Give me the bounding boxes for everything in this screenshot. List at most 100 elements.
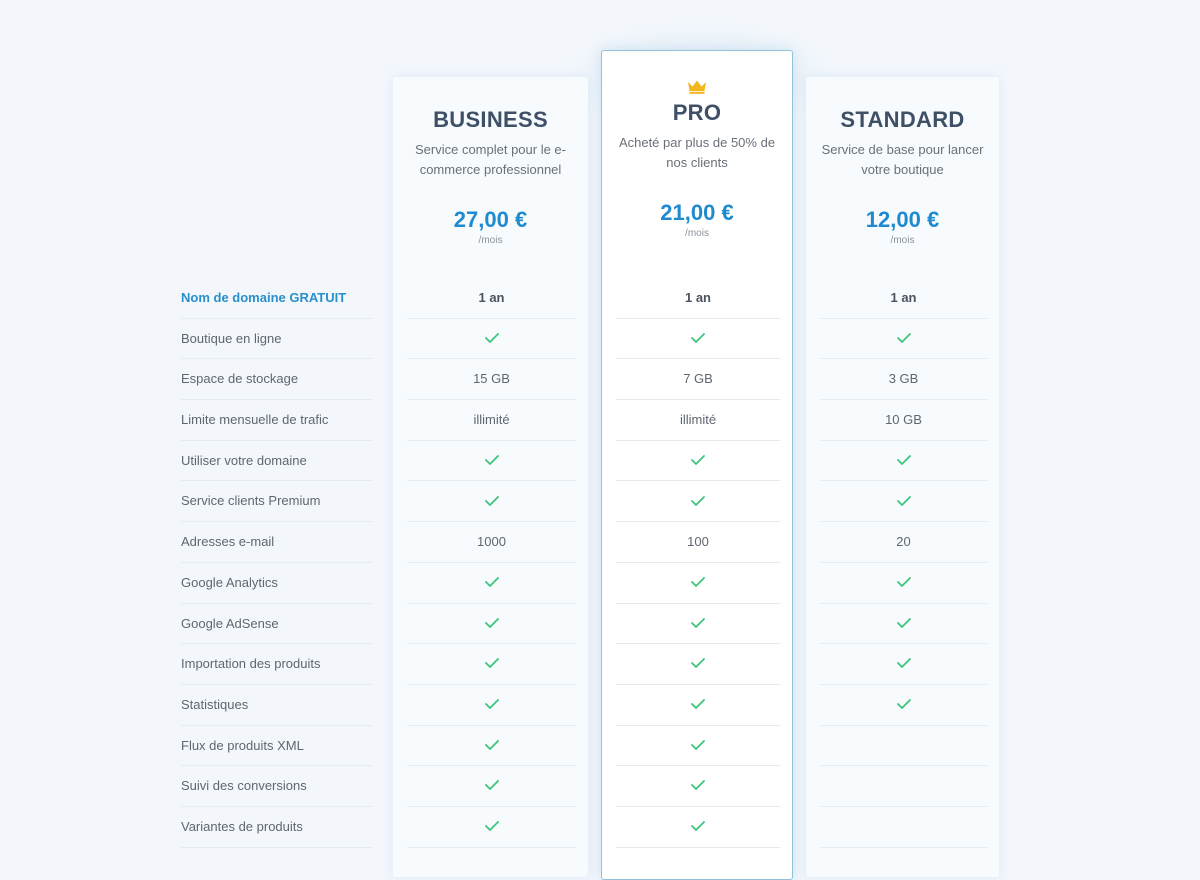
feature-label: Variantes de produits	[181, 807, 372, 848]
feature-value	[616, 685, 780, 726]
check-icon	[484, 658, 499, 669]
check-icon	[896, 576, 911, 587]
feature-value	[407, 563, 576, 604]
feature-value	[407, 807, 576, 848]
check-icon	[484, 576, 499, 587]
plan-header: STANDARD Service de base pour lancer vot…	[806, 106, 999, 246]
feature-value	[407, 685, 576, 726]
feature-label: Adresses e-mail	[181, 522, 372, 563]
feature-value	[616, 726, 780, 767]
feature-value: 1 an	[820, 278, 987, 319]
feature-value: illimité	[616, 400, 780, 441]
check-icon	[896, 617, 911, 628]
plan-name: PRO	[672, 100, 722, 125]
check-icon	[484, 739, 499, 750]
check-icon	[896, 454, 911, 465]
feature-label: Flux de produits XML	[181, 726, 372, 767]
feature-value	[820, 563, 987, 604]
feature-label: Service clients Premium	[181, 481, 372, 523]
feature-label: Espace de stockage	[181, 359, 372, 401]
feature-value: 10 GB	[820, 400, 987, 441]
plan-price: 12,00 €	[865, 207, 940, 232]
check-icon	[896, 658, 911, 669]
feature-label: Boutique en ligne	[181, 319, 372, 360]
feature-label: Importation des produits	[181, 644, 372, 685]
feature-value	[407, 726, 576, 767]
feature-value: 20	[820, 522, 987, 563]
feature-value: illimité	[407, 400, 576, 441]
check-icon	[484, 617, 499, 628]
feature-value	[616, 319, 780, 360]
check-icon	[484, 332, 499, 343]
crown-icon	[688, 80, 706, 94]
check-icon	[896, 699, 911, 709]
feature-value	[616, 604, 780, 645]
plan-description: Service de base pour lancer votre boutiq…	[821, 142, 984, 177]
plan-period: /mois	[685, 228, 709, 239]
feature-value: 1000	[407, 522, 576, 563]
check-icon	[691, 739, 705, 750]
feature-value	[616, 807, 780, 848]
check-icon	[691, 658, 705, 669]
plan-name: BUSINESS	[433, 107, 548, 132]
check-icon	[691, 617, 705, 628]
feature-value: 7 GB	[616, 359, 780, 401]
plan-name: STANDARD	[840, 107, 965, 132]
feature-label: Limite mensuelle de trafic	[181, 400, 372, 441]
plan-price: 21,00 €	[660, 200, 734, 225]
plan-feature-values: 1 an 15 GB illimité 1000	[407, 278, 576, 848]
check-icon	[484, 454, 499, 465]
check-icon	[691, 576, 705, 587]
feature-value	[407, 766, 576, 807]
feature-value	[407, 644, 576, 685]
feature-value	[407, 604, 576, 645]
plan-period: /mois	[890, 235, 915, 246]
plan-feature-values: 1 an 7 GB illimité 100	[616, 278, 780, 848]
feature-value	[616, 644, 780, 685]
check-icon	[691, 780, 705, 791]
plan-feature-values: 1 an 3 GB 10 GB 20	[820, 278, 987, 848]
feature-value	[820, 604, 987, 645]
plan-description: Acheté par plus de 50% de nos clients	[618, 135, 776, 170]
feature-label-column: Nom de domaine GRATUIT Boutique en ligne E…	[181, 278, 372, 848]
plan-card-standard[interactable]: STANDARD Service de base pour lancer vot…	[806, 77, 999, 877]
feature-value	[616, 481, 780, 523]
feature-value	[820, 726, 987, 767]
plan-period: /mois	[478, 235, 503, 246]
feature-value	[407, 319, 576, 360]
feature-value	[820, 766, 987, 807]
feature-value	[820, 807, 987, 848]
check-icon	[484, 780, 499, 791]
feature-value	[820, 319, 987, 360]
check-icon	[896, 495, 911, 506]
feature-label: Nom de domaine GRATUIT	[181, 278, 372, 319]
feature-value	[407, 441, 576, 482]
check-icon	[691, 699, 705, 709]
feature-value	[820, 644, 987, 685]
plan-header: PRO Acheté par plus de 50% de nos client…	[602, 80, 792, 239]
feature-label: Google Analytics	[181, 563, 372, 604]
feature-value	[616, 563, 780, 604]
feature-value	[820, 441, 987, 482]
feature-label: Utiliser votre domaine	[181, 441, 372, 482]
plan-card-pro[interactable]: PRO Acheté par plus de 50% de nos client…	[601, 50, 793, 880]
feature-label: Google AdSense	[181, 604, 372, 645]
feature-value	[820, 685, 987, 726]
check-icon	[691, 495, 705, 506]
check-icon	[484, 699, 499, 709]
feature-value: 1 an	[407, 278, 576, 319]
feature-value: 1 an	[616, 278, 780, 319]
plan-card-business[interactable]: BUSINESS Service complet pour le e-comme…	[393, 77, 588, 877]
check-icon	[484, 495, 499, 506]
check-icon	[896, 332, 911, 343]
check-icon	[484, 821, 499, 831]
plan-description: Service complet pour le e-commerce profe…	[414, 142, 566, 177]
feature-value	[616, 441, 780, 482]
check-icon	[691, 332, 705, 343]
feature-value	[407, 481, 576, 523]
feature-label: Statistiques	[181, 685, 372, 726]
check-icon	[691, 821, 705, 831]
feature-value	[616, 766, 780, 807]
check-icon	[691, 454, 705, 465]
feature-label: Suivi des conversions	[181, 766, 372, 807]
